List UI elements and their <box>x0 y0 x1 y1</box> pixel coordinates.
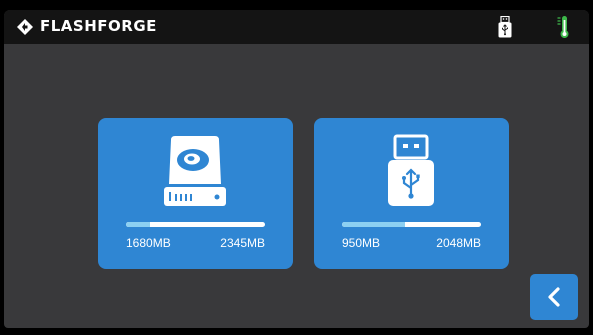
usb-drive-icon <box>388 134 434 206</box>
chevron-left-icon <box>548 287 560 307</box>
usb-storage-usage-fill <box>342 222 405 227</box>
back-button[interactable] <box>530 274 578 320</box>
internal-storage-used: 1680MB <box>126 236 171 250</box>
thermometer-icon <box>557 16 569 38</box>
hard-drive-icon <box>164 136 226 206</box>
internal-storage-total: 2345MB <box>220 236 265 250</box>
flashforge-logo-icon <box>17 19 33 35</box>
brand-name: FLASHFORGE <box>40 17 157 35</box>
usb-storage-total: 2048MB <box>436 236 481 250</box>
printer-screen: FLASHFORGE 1680MB 2345MB 950MB 2048MB <box>4 10 589 328</box>
internal-storage-usage-bar <box>126 222 265 227</box>
internal-storage-usage-fill <box>126 222 150 227</box>
top-bar: FLASHFORGE <box>4 10 589 44</box>
usb-status-icon <box>498 16 512 38</box>
usb-storage-usage-bar <box>342 222 481 227</box>
usb-storage-used: 950MB <box>342 236 381 250</box>
usb-storage-button[interactable]: 950MB 2048MB <box>314 118 509 269</box>
internal-storage-button[interactable]: 1680MB 2345MB <box>98 118 293 269</box>
